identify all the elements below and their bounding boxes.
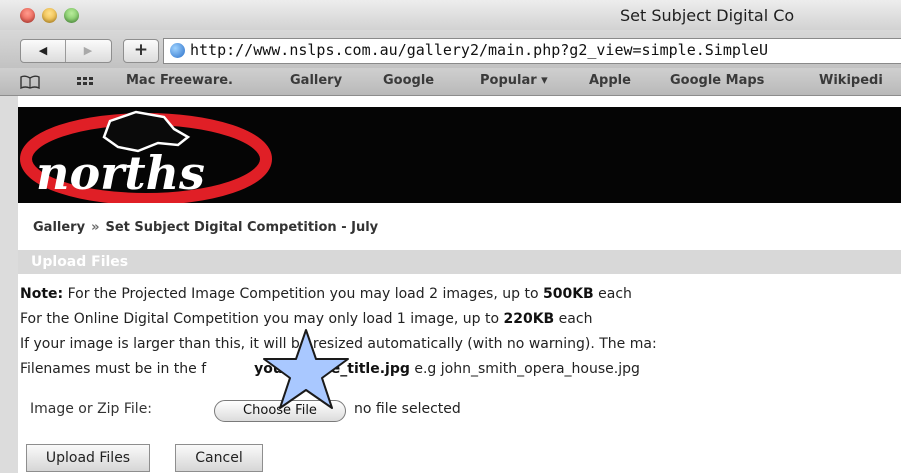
zoom-window-button[interactable] (64, 8, 79, 23)
bookmark-google-maps[interactable]: Google Maps (670, 73, 764, 88)
logo-text: norths (36, 146, 205, 200)
window-title: Set Subject Digital Co (620, 6, 795, 25)
page-left-border (0, 96, 18, 473)
note-line-2: For the Online Digital Competition you m… (20, 311, 592, 327)
breadcrumb-gallery-link[interactable]: Gallery (33, 220, 85, 235)
minimize-window-button[interactable] (42, 8, 57, 23)
note-line-1: Note: For the Projected Image Competitio… (20, 286, 632, 302)
site-banner: norths (18, 107, 901, 203)
cancel-button[interactable]: Cancel (175, 444, 263, 472)
url-bar[interactable]: http://www.nslps.com.au/gallery2/main.ph… (163, 38, 901, 64)
url-text[interactable]: http://www.nslps.com.au/gallery2/main.ph… (190, 41, 768, 59)
globe-icon (170, 43, 185, 58)
note-prefix: Note: (20, 286, 64, 302)
star-marker-icon (263, 329, 349, 409)
bookmark-wikipedia[interactable]: Wikipedi (819, 73, 883, 88)
note-4-text-b: e.g john_smith_opera_house.jpg (409, 361, 640, 377)
bookmark-popular[interactable]: Popular ▾ (480, 73, 548, 88)
close-window-button[interactable] (20, 8, 35, 23)
norths-logo[interactable]: norths (18, 107, 278, 203)
bookmark-mac-freeware[interactable]: Mac Freeware. (126, 73, 233, 88)
back-arrow-icon[interactable]: ◀ (21, 40, 66, 62)
section-header-bar (18, 250, 901, 274)
file-status: no file selected (354, 401, 461, 417)
section-title: Upload Files (31, 254, 129, 270)
add-bookmark-plus-icon[interactable]: + (123, 39, 159, 63)
note-2-size: 220KB (503, 311, 555, 327)
file-input-label: Image or Zip File: (30, 401, 153, 417)
note-1-text-a: For the Projected Image Competition you … (63, 286, 543, 302)
note-1-size: 500KB (542, 286, 594, 302)
note-2-text-b: each (554, 311, 593, 327)
bookmark-apple[interactable]: Apple (589, 73, 631, 88)
breadcrumb: Gallery » Set Subject Digital Competition … (33, 220, 378, 235)
upload-files-button[interactable]: Upload Files (26, 444, 150, 472)
bookmark-gallery[interactable]: Gallery (290, 73, 342, 88)
breadcrumb-current: Set Subject Digital Competition - July (105, 220, 379, 235)
note-1-text-b: each (593, 286, 632, 302)
note-2-text-a: For the Online Digital Competition you m… (20, 311, 504, 327)
nav-buttons: ◀ ▶ (20, 39, 112, 63)
grid-icon[interactable] (76, 75, 94, 93)
breadcrumb-separator: » (91, 220, 100, 235)
book-icon[interactable] (20, 75, 40, 93)
forward-arrow-icon[interactable]: ▶ (66, 40, 110, 62)
note-4-text-a: Filenames must be in the f (20, 361, 207, 377)
bookmark-google[interactable]: Google (383, 73, 434, 88)
